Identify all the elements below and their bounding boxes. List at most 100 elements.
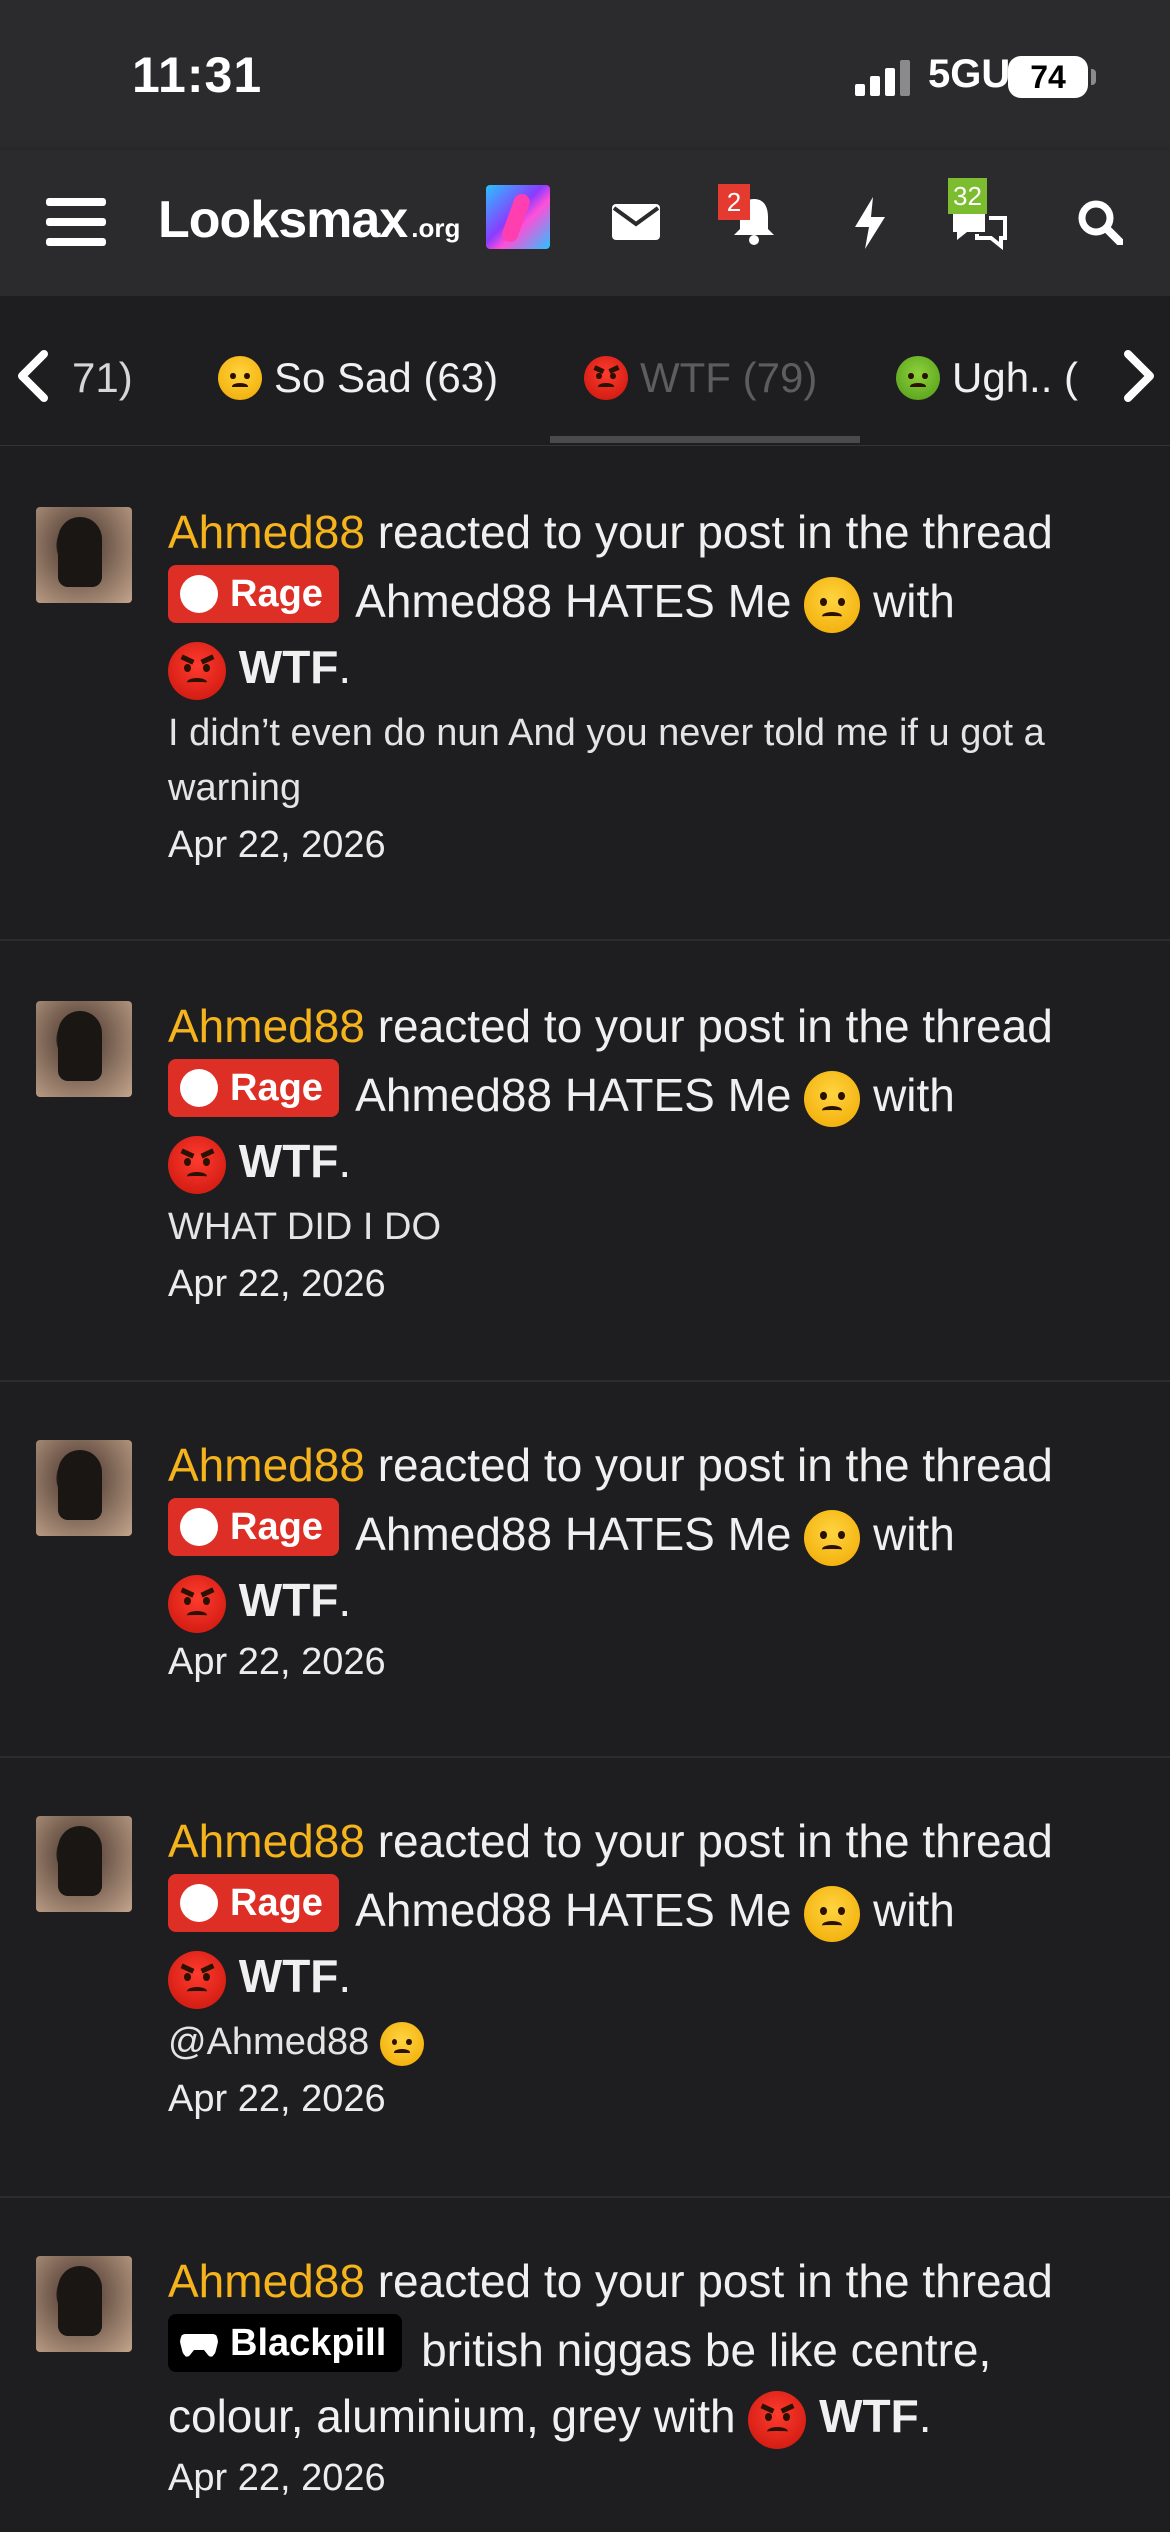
tab-label: So Sad (63) — [274, 354, 499, 401]
alert-action-text: reacted to your post in the thread — [377, 1439, 1053, 1491]
mention-link[interactable]: @Ahmed88 — [168, 2021, 369, 2063]
search-button[interactable] — [1068, 190, 1132, 254]
reaction-name: WTF — [819, 2390, 919, 2442]
avatar[interactable] — [36, 2256, 132, 2352]
alerts-button[interactable]: 2 — [718, 184, 790, 256]
menu-button[interactable] — [44, 192, 108, 252]
alert-date: Apr 22, 2026 — [168, 824, 386, 866]
alerts-list: Ahmed88 reacted to your post in the thre… — [0, 447, 1170, 2532]
username-link[interactable]: Ahmed88 — [168, 506, 365, 558]
thread-title-link[interactable]: Ahmed88 HATES Me — [355, 1884, 791, 1936]
top-nav: Looksmax .org 2 32 — [0, 150, 1170, 296]
thread-title-link[interactable]: Ahmed88 HATES Me — [355, 575, 791, 627]
prefix-label: Rage — [230, 1067, 323, 1109]
logo-suffix: .org — [411, 213, 461, 243]
sick-face-icon — [896, 356, 940, 400]
avatar[interactable] — [36, 1001, 132, 1097]
alert-content: Ahmed88 reacted to your post in the thre… — [168, 1432, 1128, 1684]
alert-item[interactable]: Ahmed88 reacted to your post in the thre… — [0, 941, 1170, 1382]
with-text: with — [873, 1069, 955, 1121]
prefix-label: Rage — [230, 573, 323, 615]
thread-prefix: Rage — [168, 1498, 339, 1556]
inbox-button[interactable] — [604, 190, 668, 254]
thread-prefix: Rage — [168, 1059, 339, 1117]
alert-item[interactable]: Ahmed88 reacted to your post in the thre… — [0, 1758, 1170, 2198]
username-link[interactable]: Ahmed88 — [168, 1439, 365, 1491]
user-avatar-button[interactable] — [486, 185, 550, 249]
username-link[interactable]: Ahmed88 — [168, 2255, 365, 2307]
conversations-button[interactable]: 32 — [944, 178, 1014, 258]
tab-previous-partial[interactable]: 71) — [72, 354, 133, 402]
site-logo[interactable]: Looksmax .org — [158, 190, 460, 254]
thread-prefix: Blackpill — [168, 2314, 403, 2372]
angry-face-icon — [748, 2390, 807, 2449]
frowning-face-icon — [804, 1070, 861, 1127]
sad-face-icon — [218, 356, 262, 400]
reaction-name: WTF — [238, 1574, 339, 1626]
with-text: with — [873, 1508, 955, 1560]
prefix-label: Rage — [230, 1882, 323, 1924]
angry-face-icon — [168, 1950, 226, 2009]
active-tab-indicator — [550, 436, 860, 443]
avatar[interactable] — [36, 1816, 132, 1912]
tab-so-sad[interactable]: So Sad (63) — [218, 354, 498, 402]
alert-item[interactable]: Ahmed88 reacted to your post in the thre… — [0, 1382, 1170, 1758]
alert-date: Apr 22, 2026 — [168, 2078, 386, 2120]
post-snippet: I didn’t even do nun And you never told … — [168, 712, 1045, 809]
alert-date: Apr 22, 2026 — [168, 2457, 386, 2499]
search-icon — [1078, 200, 1123, 245]
hamburger-icon — [46, 198, 106, 246]
whats-new-button[interactable] — [838, 188, 902, 258]
angry-face-icon — [168, 641, 226, 700]
post-snippet: @Ahmed88 — [168, 2015, 1128, 2070]
avatar[interactable] — [36, 507, 132, 603]
tab-ugh[interactable]: Ugh.. ( — [896, 354, 1078, 402]
gamepad-icon — [180, 2333, 218, 2357]
alert-content: Ahmed88 reacted to your post in the thre… — [168, 1808, 1128, 2121]
with-text: with — [873, 1884, 955, 1936]
alert-item[interactable]: Ahmed88 reacted to your post in the thre… — [0, 447, 1170, 941]
with-text: with — [873, 575, 955, 627]
angry-face-icon — [168, 1574, 226, 1633]
alert-action-text: reacted to your post in the thread — [377, 1000, 1053, 1052]
lightning-icon — [855, 197, 885, 249]
frowning-face-icon — [804, 576, 861, 633]
status-time: 11:31 — [132, 47, 263, 103]
battery-indicator: 74 — [1008, 56, 1096, 98]
logo-text: Looksmax — [158, 191, 408, 249]
alert-content: Ahmed88 reacted to your post in the thre… — [168, 499, 1128, 867]
username-link[interactable]: Ahmed88 — [168, 1000, 365, 1052]
prefix-label: Blackpill — [230, 2322, 387, 2364]
avatar[interactable] — [36, 1440, 132, 1536]
alert-date: Apr 22, 2026 — [168, 1641, 386, 1683]
angry-face-icon — [584, 356, 628, 400]
with-text: with — [653, 2390, 736, 2442]
frowning-face-icon — [804, 1885, 861, 1942]
alert-action-text: reacted to your post in the thread — [377, 506, 1053, 558]
cellular-signal-icon — [855, 60, 910, 96]
alert-content: Ahmed88 reacted to your post in the thre… — [168, 2248, 1128, 2500]
angry-face-icon — [168, 1135, 226, 1194]
reaction-name: WTF — [238, 641, 339, 693]
reaction-name: WTF — [238, 1950, 339, 2002]
reaction-name: WTF — [238, 1135, 339, 1187]
angry-face-icon — [180, 575, 218, 613]
prefix-label: Rage — [230, 1506, 323, 1548]
scroll-left-arrow-icon[interactable] — [10, 348, 60, 404]
scroll-right-arrow-icon[interactable] — [1112, 348, 1162, 404]
alert-content: Ahmed88 reacted to your post in the thre… — [168, 993, 1128, 1306]
username-link[interactable]: Ahmed88 — [168, 1815, 365, 1867]
alerts-count-badge: 2 — [718, 184, 750, 220]
tab-label: 71) — [72, 354, 133, 401]
frowning-face-icon — [804, 1509, 861, 1566]
conversations-count-badge: 32 — [948, 178, 987, 214]
mail-icon — [612, 204, 660, 240]
thread-title-link[interactable]: Ahmed88 HATES Me — [355, 1069, 791, 1121]
thread-title-link[interactable]: Ahmed88 HATES Me — [355, 1508, 791, 1560]
reaction-tabs: 71) So Sad (63) WTF (79) Ugh.. ( — [0, 296, 1170, 446]
tab-wtf-active[interactable]: WTF (79) — [584, 354, 817, 402]
alert-item[interactable]: Ahmed88 reacted to your post in the thre… — [0, 2198, 1170, 2532]
angry-face-icon — [180, 1508, 218, 1546]
tab-label: Ugh.. ( — [952, 354, 1079, 401]
crying-face-icon — [379, 2021, 424, 2066]
